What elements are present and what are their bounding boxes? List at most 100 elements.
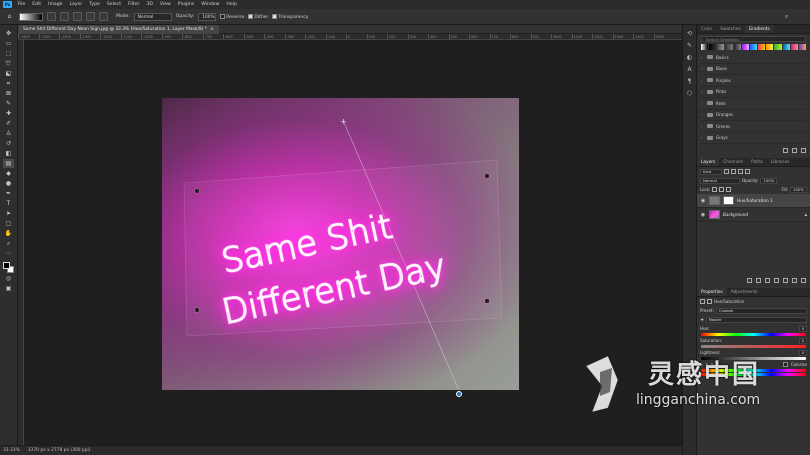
quick-mask-icon[interactable]: ◎ <box>3 274 14 283</box>
gradient-folder[interactable]: › Grays <box>701 133 806 144</box>
visibility-eye-icon[interactable]: ◉ <box>700 212 706 218</box>
brush-tool-icon[interactable]: ✐ <box>3 119 14 128</box>
diamond-gradient-button[interactable] <box>99 12 108 21</box>
gradient-end-handle[interactable] <box>456 391 462 397</box>
new-group-icon[interactable] <box>783 277 788 283</box>
screen-mode-icon[interactable]: ▣ <box>3 284 14 293</box>
tab-channels[interactable]: Channels <box>719 158 747 166</box>
mask-icon[interactable] <box>707 299 712 304</box>
lasso-tool-icon[interactable]: ➰ <box>3 59 14 68</box>
menu-edit[interactable]: Edit <box>29 2 45 7</box>
layer-row[interactable]: ◉ Hue/Saturation 1 <box>697 194 810 208</box>
object-select-tool-icon[interactable]: ⬕ <box>3 69 14 78</box>
gradient-tool-icon[interactable]: ▤ <box>3 159 14 168</box>
mode-select[interactable]: Normal <box>133 12 172 21</box>
gradient-folder[interactable]: › Basics <box>701 52 806 64</box>
tab-gradients[interactable]: Gradients <box>744 25 774 33</box>
menu-window[interactable]: Window <box>198 2 223 7</box>
gradients-search-input[interactable]: Search Gradients <box>701 36 806 42</box>
dither-checkbox[interactable]: Dither <box>248 13 268 20</box>
menu-plugins[interactable]: Plugins <box>174 2 197 7</box>
radial-gradient-button[interactable] <box>60 12 69 21</box>
move-tool-icon[interactable]: ✥ <box>3 29 14 38</box>
menu-3d[interactable]: 3D <box>143 2 156 7</box>
filter-adjust-icon[interactable] <box>731 169 736 174</box>
character-icon[interactable]: A <box>687 66 691 74</box>
brush-settings-icon[interactable]: ✎ <box>687 42 692 50</box>
paragraph-icon[interactable]: ¶ <box>688 78 692 86</box>
layer-row[interactable]: ◉ Background 🔒︎ <box>697 208 810 222</box>
lock-all-icon[interactable] <box>726 187 732 192</box>
color-swatches[interactable] <box>3 262 14 273</box>
link-layers-icon[interactable] <box>747 277 752 283</box>
tab-libraries[interactable]: Libraries <box>767 158 794 166</box>
new-adjustment-icon[interactable] <box>774 277 779 283</box>
tab-paths[interactable]: Paths <box>747 158 767 166</box>
saturation-field[interactable]: 0 <box>798 337 807 344</box>
reverse-checkbox[interactable]: Reverse <box>220 13 244 20</box>
dodge-tool-icon[interactable]: ● <box>3 179 14 188</box>
gradient-folder[interactable]: › Greens <box>701 121 806 133</box>
delete-layer-icon[interactable] <box>801 277 806 283</box>
angle-gradient-button[interactable] <box>73 12 82 21</box>
eraser-tool-icon[interactable]: ◧ <box>3 149 14 158</box>
zoom-level[interactable]: 33.33% <box>3 448 20 453</box>
lock-pixels-icon[interactable] <box>712 187 718 192</box>
artboard-tool-icon[interactable]: ▭ <box>3 39 14 48</box>
lightness-field[interactable]: 0 <box>798 349 807 356</box>
menu-select[interactable]: Select <box>103 2 124 7</box>
tab-adjustments[interactable]: Adjustments <box>727 288 762 296</box>
3d-icon[interactable]: ⬡ <box>687 90 692 98</box>
history-icon[interactable]: ⟲ <box>687 30 692 38</box>
adjustments-icon[interactable]: ◐ <box>687 54 692 62</box>
transparency-checkbox[interactable]: Transparency <box>272 13 308 20</box>
opacity-field[interactable]: 100% <box>198 12 217 21</box>
delete-icon[interactable] <box>801 147 806 153</box>
menu-file[interactable]: File <box>14 2 29 7</box>
add-mask-icon[interactable] <box>765 277 770 283</box>
menu-layer[interactable]: Layer <box>66 2 86 7</box>
zoom-tool-icon[interactable]: ⌕ <box>3 239 14 248</box>
history-brush-icon[interactable]: ↺ <box>3 139 14 148</box>
new-gradient-icon[interactable] <box>792 147 797 153</box>
marquee-tool-icon[interactable]: ⬚ <box>3 49 14 58</box>
new-group-icon[interactable] <box>783 147 788 153</box>
eyedropper-tool-icon[interactable]: ✎ <box>3 99 14 108</box>
search-icon[interactable]: ⌕ <box>781 12 792 21</box>
channel-select[interactable]: Master <box>705 316 807 323</box>
hue-field[interactable]: 0 <box>798 325 807 332</box>
frame-tool-icon[interactable]: ⊠ <box>3 89 14 98</box>
layer-opacity-field[interactable]: 100% <box>760 177 778 184</box>
tab-layers[interactable]: Layers <box>697 158 720 166</box>
gradient-folder[interactable]: › Reds <box>701 98 806 110</box>
gradient-picker[interactable] <box>19 12 43 21</box>
reflected-gradient-button[interactable] <box>86 12 95 21</box>
fill-field[interactable]: 100% <box>790 186 807 193</box>
more-tools-icon[interactable]: ⋯ <box>3 249 14 258</box>
clone-stamp-icon[interactable]: ♙ <box>3 129 14 138</box>
colorize-checkbox[interactable] <box>782 362 788 367</box>
layer-filter-select[interactable]: Kind <box>700 168 722 175</box>
type-tool-icon[interactable]: T <box>3 199 14 208</box>
blend-mode-select[interactable]: Normal <box>700 177 740 184</box>
layer-mask-thumb[interactable] <box>723 196 734 205</box>
pen-tool-icon[interactable]: ✒ <box>3 189 14 198</box>
menu-type[interactable]: Type <box>86 2 104 7</box>
menu-view[interactable]: View <box>156 2 174 7</box>
blur-tool-icon[interactable]: ◆ <box>3 169 14 178</box>
new-layer-icon[interactable] <box>792 277 797 283</box>
hand-tool-icon[interactable]: ✋ <box>3 229 14 238</box>
visibility-eye-icon[interactable]: ◉ <box>700 198 706 204</box>
tab-properties[interactable]: Properties <box>697 288 727 296</box>
preset-select[interactable]: Custom <box>715 307 807 314</box>
filter-type-icon[interactable] <box>738 169 743 174</box>
document-info[interactable]: 3370 px x 2778 px (300 ppi) <box>28 448 91 453</box>
document-tab[interactable]: Same Shit Different Day Neon Sign.jpg @ … <box>18 25 219 34</box>
filter-shape-icon[interactable] <box>745 169 750 174</box>
gradient-folder[interactable]: › Oranges <box>701 110 806 121</box>
fx-icon[interactable] <box>756 277 761 283</box>
healing-brush-icon[interactable]: ✚ <box>3 109 14 118</box>
lock-position-icon[interactable] <box>719 187 725 192</box>
gradient-folder[interactable]: › Blues <box>701 64 806 75</box>
gradient-folder[interactable]: › Pinks <box>701 87 806 98</box>
